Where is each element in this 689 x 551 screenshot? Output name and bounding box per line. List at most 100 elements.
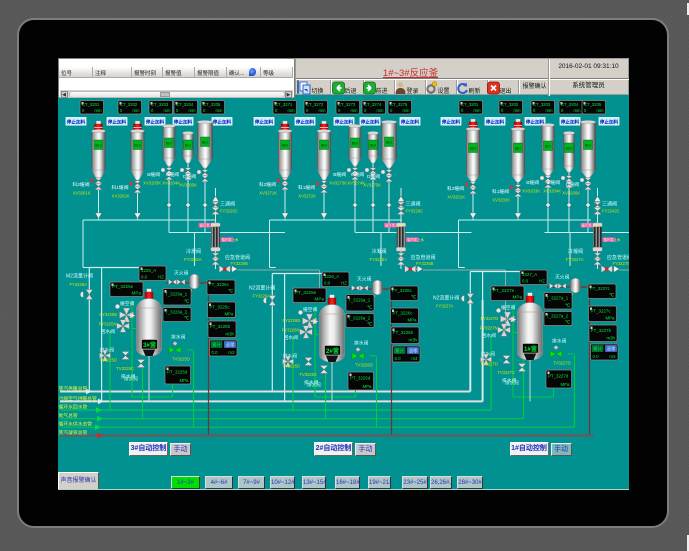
svg-text:HZ: HZ [341,281,347,286]
svg-text:m3h: m3h [225,332,234,337]
svg-text:mm: mm [403,108,410,113]
svg-text:PT_3225c: PT_3225c [210,305,231,310]
svg-text:88.0: 88.0 [352,142,358,146]
svg-text:PT_3227d: PT_3227d [548,374,569,379]
svg-text:循环泵上水: 循环泵上水 [385,223,403,228]
svg-text:PT_3226e: PT_3226e [295,290,317,295]
svg-text:停止加料: 停止加料 [108,118,127,125]
svg-text:88.0: 88.0 [515,147,521,151]
svg-text:三通阀: 三通阀 [220,201,235,208]
svg-text:m3h: m3h [408,338,417,343]
svg-text:MPa: MPa [179,378,189,383]
svg-text:缓空阀: 缓空阀 [501,304,516,311]
svg-text:℃: ℃ [565,320,570,325]
svg-text:0.0: 0.0 [212,350,219,355]
svg-text:B缓阀: B缓阀 [526,179,539,186]
svg-text:科2缓阀: 科2缓阀 [447,185,464,192]
svg-text:停止加料: 停止加料 [213,118,232,125]
svg-text:2#釜: 2#釜 [326,347,340,355]
svg-text:FY3226B: FY3226B [416,261,434,266]
svg-text:℃: ℃ [367,305,372,310]
svg-text:科2缓阀: 科2缓阀 [259,181,276,188]
svg-text:0.0: 0.0 [593,354,600,359]
svg-text:MPa: MPa [315,297,325,302]
svg-text:污缩空气供暖总管: 污缩空气供暖总管 [59,395,98,402]
svg-text:科2缓阀: 科2缓阀 [72,181,89,188]
svg-text:m3: m3 [228,350,235,355]
svg-text:排水阀: 排水阀 [171,334,186,341]
svg-text:XV3272K: XV3272K [298,194,316,199]
svg-text:排水阀: 排水阀 [552,338,567,345]
svg-text:HZ: HZ [158,275,164,280]
svg-text:CT_3201: CT_3201 [82,102,100,107]
svg-text:3227_A: 3227_A [522,272,537,277]
svg-text:℃: ℃ [184,299,189,304]
svg-text:停止加料: 停止加料 [401,118,420,125]
svg-text:蒸汽凝液总管: 蒸汽凝液总管 [59,429,88,436]
svg-text:XV3202K: XV3202K [112,194,130,199]
svg-text:FY3226B: FY3226B [283,318,301,323]
svg-text:mm: mm [95,108,102,113]
svg-text:PT_3226d: PT_3226d [350,376,371,381]
svg-text:停止加料: 停止加料 [174,118,193,125]
svg-text:灭火阀: 灭火阀 [555,274,570,281]
svg-text:℃: ℃ [411,295,416,300]
svg-text:TV3226D: TV3226D [282,364,300,369]
svg-text:PT_3226c: PT_3226c [393,311,414,316]
svg-text:TV3226C: TV3226C [299,372,317,377]
svg-text:停止加料: 停止加料 [600,118,619,125]
svg-text:88.0: 88.0 [166,142,172,146]
svg-text:XV3273K: XV3273K [329,181,347,186]
svg-text:M2流量计阀: M2流量计阀 [66,273,93,280]
svg-text:XV3203K: XV3203K [522,189,540,194]
svg-text:CT_3202: CT_3202 [501,102,519,107]
svg-text:TV3225C: TV3225C [116,366,134,371]
svg-text:累计: 累计 [395,347,404,354]
svg-text:循环泵上水: 循环泵上水 [604,237,622,242]
svg-text:FT_3227b: FT_3227b [591,328,612,333]
svg-text:CT_3203: CT_3203 [151,102,169,107]
svg-text:清零: 清零 [409,347,418,354]
svg-text:蒸汽供暖总管: 蒸汽供暖总管 [59,385,88,392]
svg-text:缓空阀: 缓空阀 [120,300,135,307]
svg-text:CT_3201: CT_3201 [461,102,479,107]
svg-text:FY3227B: FY3227B [613,261,630,266]
svg-text:℃: ℃ [184,316,189,321]
svg-text:D缓阀: D缓阀 [367,173,380,180]
svg-text:0.0: 0.0 [324,281,331,286]
svg-text:FY3227A: FY3227A [566,257,584,262]
svg-text:冷凝阀: 冷凝阀 [186,248,201,255]
svg-text:3226_A: 3226_A [324,274,339,279]
svg-text:循环泵上水: 循环泵上水 [582,223,600,228]
svg-text:℃: ℃ [228,289,233,294]
svg-text:缓空阀: 缓空阀 [303,306,318,313]
svg-text:循环泵上水: 循环泵上水 [407,237,425,242]
svg-text:TV3227C: TV3227C [497,370,515,375]
svg-text:CT_3273: CT_3273 [338,102,356,107]
svg-text:PT_3225e: PT_3225e [112,284,134,289]
svg-text:FT_3226c: FT_3226c [209,282,230,287]
svg-text:循环泵上水: 循环泵上水 [222,237,240,242]
svg-text:88.0: 88.0 [134,144,140,148]
svg-text:FT_3226c: FT_3226c [392,288,413,293]
svg-text:三通阀: 三通阀 [406,201,421,208]
svg-text:mm: mm [164,108,171,113]
svg-text:88.0: 88.0 [95,144,101,148]
svg-text:88.0: 88.0 [566,147,572,151]
svg-text:C缓阀: C缓阀 [547,179,560,186]
svg-text:FY3242C: FY3242C [602,209,620,214]
svg-text:3225_A: 3225_A [141,268,156,273]
svg-text:停止加料: 停止加料 [146,118,165,125]
svg-text:mm: mm [546,108,553,113]
svg-text:88.0: 88.0 [585,144,591,148]
svg-text:N2流量计阀: N2流量计阀 [433,294,459,301]
svg-text:XV3203K: XV3203K [143,181,161,186]
svg-text:CT_3202: CT_3202 [120,102,138,107]
svg-text:FT_3227c: FT_3227c [590,286,611,291]
svg-text:T_3226a_1: T_3226a_1 [348,297,371,302]
svg-text:HZ: HZ [539,279,545,284]
svg-text:CT_3205: CT_3205 [584,102,602,107]
svg-text:T_3227a_2: T_3227a_2 [546,313,569,318]
svg-text:D缓阀: D缓阀 [566,181,579,188]
svg-text:科1缓阀: 科1缓阀 [298,184,315,191]
